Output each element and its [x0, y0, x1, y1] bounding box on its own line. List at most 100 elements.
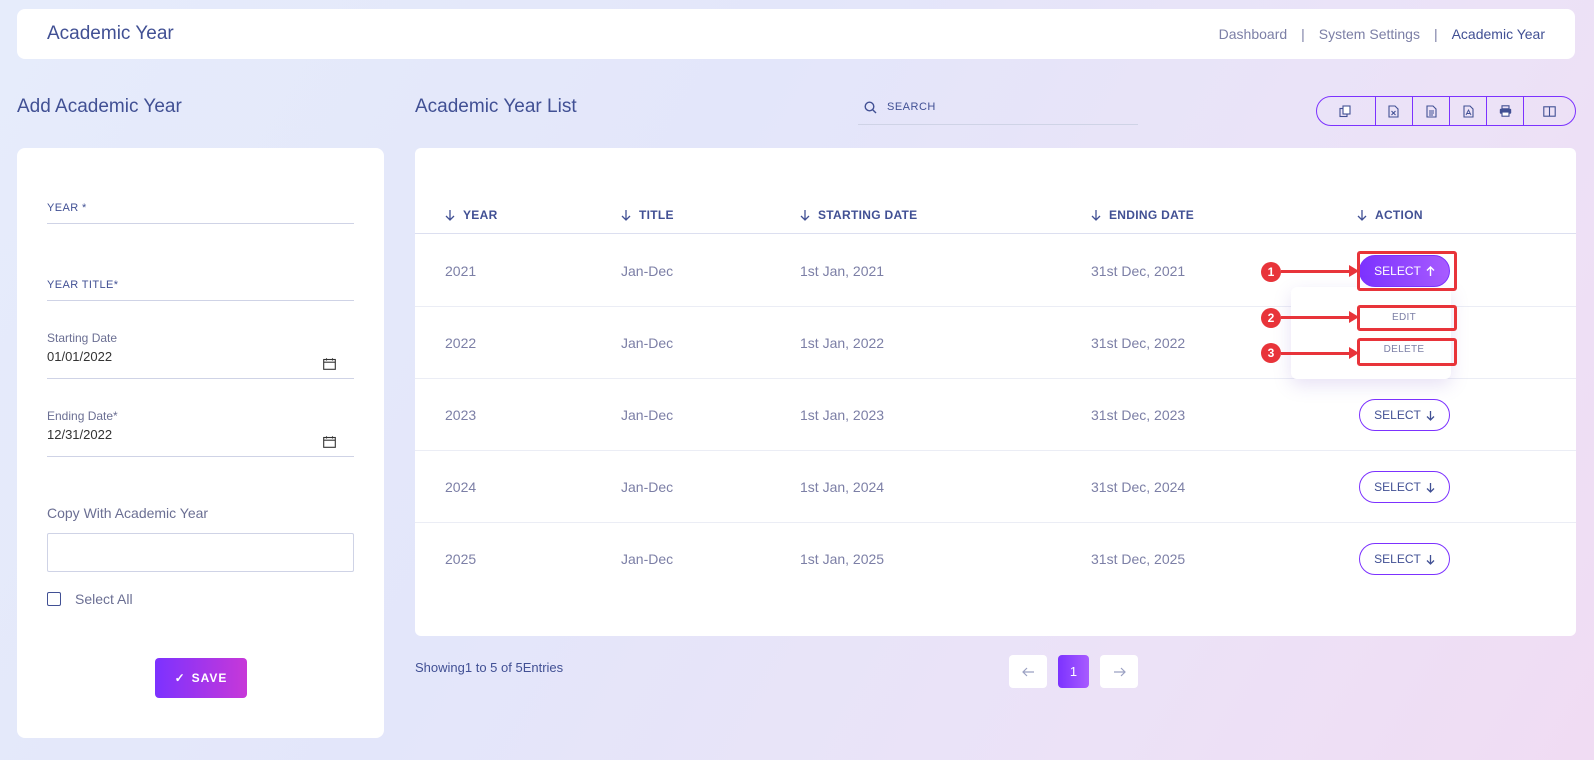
add-academic-year-title: Add Academic Year: [17, 96, 182, 117]
column-header-starting-date[interactable]: STARTING DATE: [800, 208, 917, 222]
cell-starting-date: 1st Jan, 2024: [800, 479, 885, 495]
cell-year: 2022: [445, 335, 477, 351]
cell-ending-date: 31st Dec, 2023: [1091, 407, 1186, 423]
search-input[interactable]: [887, 101, 1117, 113]
page-title: Academic Year: [47, 23, 174, 44]
cell-starting-date: 1st Jan, 2025: [800, 551, 885, 567]
pdf-icon: [1463, 104, 1474, 118]
sort-arrow-down-icon: [445, 210, 455, 221]
calendar-icon[interactable]: [323, 436, 336, 448]
starting-date-field[interactable]: Starting Date 01/01/2022: [47, 331, 354, 379]
add-academic-year-form: YEAR * YEAR TITLE* Starting Date 01/01/2…: [17, 148, 384, 738]
cell-title: Jan-Dec: [621, 335, 674, 351]
select-all-label: Select All: [75, 591, 133, 607]
cell-ending-date: 31st Dec, 2025: [1091, 551, 1186, 567]
highlight-box-select: [1357, 251, 1457, 291]
arrow-right-icon: [1113, 667, 1126, 676]
arrow-down-icon: [1426, 410, 1435, 421]
excel-icon: [1388, 104, 1399, 118]
annotation-arrow: [1281, 311, 1359, 323]
annotation-arrow: [1281, 265, 1359, 277]
prev-page-button[interactable]: [1009, 655, 1047, 688]
breadcrumb-separator: |: [1433, 26, 1438, 42]
cell-title: Jan-Dec: [621, 263, 674, 279]
copy-with-academic-year-label: Copy With Academic Year: [47, 505, 209, 521]
year-label: YEAR *: [47, 202, 87, 214]
cell-year: 2023: [445, 407, 477, 423]
save-button[interactable]: ✓ SAVE: [155, 658, 247, 698]
cell-year: 2025: [445, 551, 477, 567]
table-row: 2023 Jan-Dec 1st Jan, 2023 31st Dec, 202…: [415, 379, 1576, 451]
excel-button[interactable]: [1376, 97, 1413, 125]
cell-year: 2024: [445, 479, 477, 495]
save-button-label: SAVE: [191, 671, 228, 685]
next-page-button[interactable]: [1100, 655, 1138, 688]
cell-title: Jan-Dec: [621, 551, 674, 567]
starting-date-label: Starting Date: [47, 331, 118, 345]
column-header-action[interactable]: ACTION: [1357, 208, 1423, 222]
select-action-button[interactable]: SELECT: [1359, 399, 1450, 431]
arrow-left-icon: [1021, 667, 1034, 676]
annotation-arrow: [1281, 347, 1359, 359]
annotation-marker-1: 1: [1261, 262, 1281, 282]
cell-ending-date: 31st Dec, 2024: [1091, 479, 1186, 495]
annotation-marker-3: 3: [1261, 343, 1281, 363]
cell-starting-date: 1st Jan, 2023: [800, 407, 885, 423]
print-icon: [1499, 105, 1512, 117]
academic-year-list-title: Academic Year List: [415, 96, 577, 117]
search-icon: [864, 100, 877, 113]
pdf-button[interactable]: [1450, 97, 1488, 125]
column-header-year[interactable]: YEAR: [445, 208, 498, 222]
print-button[interactable]: [1487, 97, 1525, 125]
calendar-icon[interactable]: [323, 358, 336, 370]
academic-year-table: YEAR TITLE STARTING DATE ENDING DATE ACT…: [415, 148, 1576, 636]
cell-starting-date: 1st Jan, 2022: [800, 335, 885, 351]
select-all-checkbox[interactable]: [47, 592, 61, 606]
breadcrumb: Dashboard | System Settings | Academic Y…: [1219, 26, 1545, 42]
arrow-down-icon: [1426, 482, 1435, 493]
cell-title: Jan-Dec: [621, 479, 674, 495]
cell-year: 2021: [445, 263, 477, 279]
cell-ending-date: 31st Dec, 2022: [1091, 335, 1186, 351]
sort-arrow-down-icon: [1357, 210, 1367, 221]
highlight-box-delete: [1357, 338, 1457, 366]
select-action-button[interactable]: SELECT: [1359, 543, 1450, 575]
arrow-down-icon: [1426, 554, 1435, 565]
copy-button[interactable]: [1317, 97, 1376, 125]
year-field[interactable]: YEAR *: [47, 202, 354, 224]
page-button-current[interactable]: 1: [1058, 655, 1089, 688]
breadcrumb-academic-year: Academic Year: [1451, 26, 1545, 42]
search-box: [858, 90, 1138, 125]
columns-button[interactable]: [1524, 97, 1575, 125]
check-icon: ✓: [174, 671, 186, 685]
cell-ending-date: 31st Dec, 2021: [1091, 263, 1186, 279]
sort-arrow-down-icon: [621, 210, 631, 221]
sort-arrow-down-icon: [800, 210, 810, 221]
table-row: 2024 Jan-Dec 1st Jan, 2024 31st Dec, 202…: [415, 451, 1576, 523]
table-header: YEAR TITLE STARTING DATE ENDING DATE ACT…: [415, 200, 1576, 234]
copy-icon: [1339, 104, 1351, 117]
ending-date-field[interactable]: Ending Date* 12/31/2022: [47, 409, 354, 457]
select-all-row[interactable]: Select All: [47, 591, 133, 607]
annotation-marker-2: 2: [1261, 308, 1281, 328]
column-header-title[interactable]: TITLE: [621, 208, 674, 222]
breadcrumb-dashboard[interactable]: Dashboard: [1219, 26, 1288, 42]
page-header: Academic Year Dashboard | System Setting…: [17, 9, 1575, 59]
table-row: 2025 Jan-Dec 1st Jan, 2025 31st Dec, 202…: [415, 523, 1576, 595]
sort-arrow-down-icon: [1091, 210, 1101, 221]
ending-date-label: Ending Date*: [47, 409, 118, 423]
column-header-ending-date[interactable]: ENDING DATE: [1091, 208, 1194, 222]
year-title-label: YEAR TITLE*: [47, 279, 119, 291]
select-action-button[interactable]: SELECT: [1359, 471, 1450, 503]
cell-title: Jan-Dec: [621, 407, 674, 423]
highlight-box-edit: [1357, 305, 1457, 331]
entries-summary: Showing1 to 5 of 5Entries: [415, 660, 564, 675]
starting-date-value: 01/01/2022: [47, 349, 113, 364]
csv-button[interactable]: [1413, 97, 1451, 125]
year-title-field[interactable]: YEAR TITLE*: [47, 279, 354, 301]
copy-with-academic-year-select[interactable]: [47, 533, 354, 572]
cell-starting-date: 1st Jan, 2021: [800, 263, 885, 279]
breadcrumb-system-settings[interactable]: System Settings: [1319, 26, 1420, 42]
csv-file-icon: [1425, 104, 1437, 118]
export-toolbar: [1316, 96, 1576, 126]
